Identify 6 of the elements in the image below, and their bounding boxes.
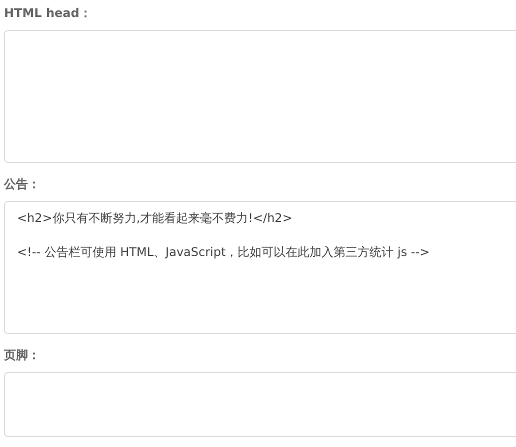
text-area-field[interactable]: <h2>你只有不断努力,才能看起来毫不费力!</h2> <!-- 公告栏可使用 HTML、JavaScript，比如可以在此加入第三方统计 js --> bbox=[4, 201, 516, 334]
text-area-field[interactable] bbox=[4, 372, 516, 437]
field-label: 公告： bbox=[4, 177, 41, 191]
field-label: 页脚： bbox=[4, 348, 41, 362]
text-area-field[interactable] bbox=[4, 30, 516, 163]
field-label: HTML head： bbox=[4, 6, 92, 20]
